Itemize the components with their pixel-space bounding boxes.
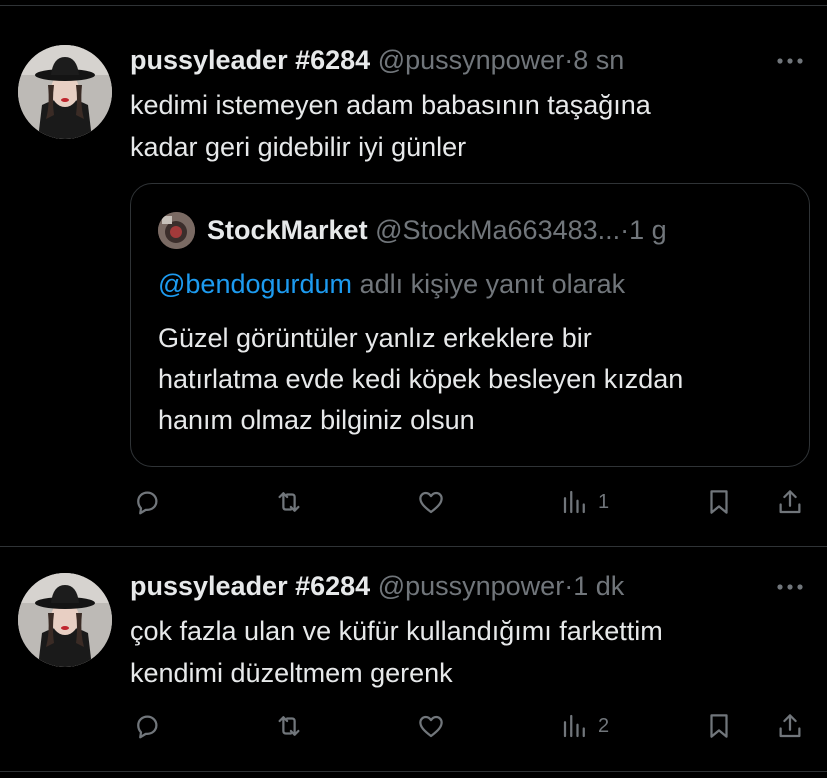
quote-display-name: StockMarket <box>207 215 368 245</box>
more-options-button[interactable] <box>775 54 805 66</box>
quote-header: StockMarket @StockMa663483...·1 g <box>207 214 667 246</box>
share-button[interactable] <box>775 706 805 746</box>
tweet-text-line: kedimi istemeyen adam babasının taşağına <box>130 90 651 120</box>
quote-reply-context: @bendogurdum adlı kişiye yanıt olarak <box>158 268 625 300</box>
tweet-text: kedimi istemeyen adam babasının taşağına… <box>130 84 810 168</box>
retweet-icon <box>278 716 300 736</box>
views-count: 1 <box>598 490 610 513</box>
tweet-header: pussyleader #6284 @pussynpower·1 dk <box>130 570 624 602</box>
like-button[interactable] <box>416 482 446 522</box>
retweet-button[interactable] <box>274 482 304 522</box>
more-dots-icon <box>777 58 803 64</box>
quote-text: Güzel görüntüler yanlız erkeklere bir ha… <box>158 318 798 441</box>
handle[interactable]: @pussynpower <box>378 571 565 601</box>
quote-timestamp: 1 g <box>629 215 667 245</box>
reply-mention-link[interactable]: @bendogurdum <box>158 269 352 299</box>
tweet-2[interactable]: pussyleader #6284 @pussynpower·1 dk çok … <box>0 568 827 768</box>
handle[interactable]: @pussynpower <box>378 45 565 75</box>
display-name[interactable]: pussyleader #6284 <box>130 571 370 601</box>
avatar[interactable] <box>18 573 112 667</box>
share-icon <box>779 714 801 738</box>
tweet-divider <box>0 546 827 547</box>
share-button[interactable] <box>775 482 805 522</box>
share-icon <box>779 490 801 514</box>
action-bar: 1 <box>0 482 827 522</box>
tweet-text: çok fazla ulan ve küfür kullandığımı far… <box>130 610 810 694</box>
reply-suffix: adlı kişiye yanıt olarak <box>359 269 626 299</box>
heart-icon <box>419 715 443 738</box>
quote-handle: @StockMa663483... <box>375 215 621 245</box>
bookmark-button[interactable] <box>704 482 734 522</box>
action-bar: 2 <box>0 706 827 746</box>
reply-icon <box>137 491 158 515</box>
heart-icon <box>419 491 443 514</box>
quoted-tweet[interactable]: StockMarket @StockMa663483...·1 g @bendo… <box>130 183 810 467</box>
reply-icon <box>137 715 158 739</box>
timestamp[interactable]: 1 dk <box>573 571 624 601</box>
tweet-text-line: kendimi düzeltmem gerenk <box>130 658 453 688</box>
quote-separator-dot: · <box>620 215 630 245</box>
quote-text-line: hatırlatma evde kedi köpek besleyen kızd… <box>158 364 684 394</box>
avatar-image <box>18 45 112 139</box>
retweet-button[interactable] <box>274 706 304 746</box>
reply-button[interactable] <box>132 706 162 746</box>
bookmark-icon <box>710 714 728 738</box>
views-icon <box>563 714 585 738</box>
tweet-text-line: kadar geri gidebilir iyi günler <box>130 132 467 162</box>
views-icon <box>563 490 585 514</box>
quote-avatar <box>158 212 195 249</box>
more-options-button[interactable] <box>775 580 805 592</box>
views-button[interactable]: 1 <box>560 482 609 522</box>
display-name[interactable]: pussyleader #6284 <box>130 45 370 75</box>
bookmark-icon <box>710 490 728 514</box>
timestamp[interactable]: 8 sn <box>573 45 624 75</box>
bottom-divider <box>0 771 827 772</box>
tweet-text-line: çok fazla ulan ve küfür kullandığımı far… <box>130 616 663 646</box>
quote-text-line: Güzel görüntüler yanlız erkeklere bir <box>158 323 592 353</box>
tweet-header: pussyleader #6284 @pussynpower·8 sn <box>130 44 624 76</box>
reply-button[interactable] <box>132 482 162 522</box>
avatar-image <box>18 573 112 667</box>
quote-avatar-image <box>158 212 195 249</box>
top-divider <box>0 5 827 6</box>
more-dots-icon <box>777 584 803 590</box>
bookmark-button[interactable] <box>704 706 734 746</box>
like-button[interactable] <box>416 706 446 746</box>
views-button[interactable]: 2 <box>560 706 609 746</box>
separator-dot: · <box>564 571 574 601</box>
separator-dot: · <box>564 45 574 75</box>
avatar[interactable] <box>18 45 112 139</box>
quote-text-line: hanım olmaz bilginiz olsun <box>158 405 475 435</box>
retweet-icon <box>278 492 300 512</box>
tweet-1[interactable]: pussyleader #6284 @pussynpower·8 sn kedi… <box>0 40 827 545</box>
views-count: 2 <box>598 714 610 737</box>
